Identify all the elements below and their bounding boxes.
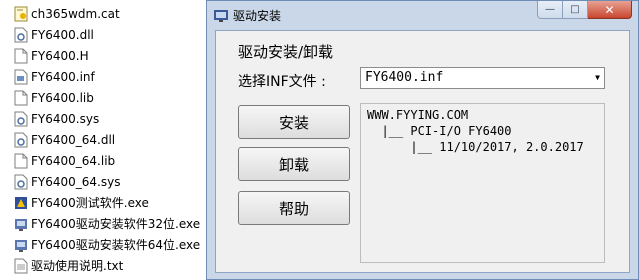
file-item[interactable]: 驱动使用说明.txt xyxy=(14,255,123,276)
file-item[interactable]: FY6400测试软件.exe xyxy=(14,192,149,213)
window-title: 驱动安装 xyxy=(233,9,282,23)
file-name: FY6400_64.sys xyxy=(31,174,121,189)
file-item[interactable]: FY6400驱动安装软件64位.exe xyxy=(14,234,200,255)
certificate-file-icon xyxy=(14,6,28,22)
inf-file-value: FY6400.inf xyxy=(365,70,444,85)
info-line-device: |__ PCI-I/O FY6400 xyxy=(367,124,512,138)
file-item[interactable]: FY6400.inf xyxy=(14,66,95,87)
file-name: FY6400.dll xyxy=(31,27,94,42)
file-item[interactable]: FY6400.H xyxy=(14,45,89,66)
file-name: FY6400_64.lib xyxy=(31,153,116,168)
file-item[interactable]: FY6400.lib xyxy=(14,87,94,108)
driver-install-dialog: 驱动安装 — □ ✕ 驱动安装/卸载 选择INF文件 : FY6400.inf … xyxy=(206,0,639,280)
file-name: FY6400测试软件.exe xyxy=(31,196,149,210)
dialog-client-area: 驱动安装/卸载 选择INF文件 : FY6400.inf ▼ 安装 卸载 帮助 … xyxy=(215,30,630,273)
uninstall-button[interactable]: 卸载 xyxy=(238,147,350,181)
exe-app-icon xyxy=(14,195,28,211)
exe-setup-icon xyxy=(14,216,28,232)
minimize-button[interactable]: — xyxy=(537,1,563,19)
driver-info-panel: WWW.FYYING.COM |__ PCI-I/O FY6400 |__ 11… xyxy=(360,103,605,263)
blank-file-icon xyxy=(14,90,28,106)
sys-file-icon xyxy=(14,174,28,190)
file-list: ch365wdm.cat FY6400.dll FY6400.H FY6400.… xyxy=(0,0,204,280)
title-bar[interactable]: 驱动安装 — □ ✕ xyxy=(207,1,638,29)
close-icon: ✕ xyxy=(604,2,615,17)
info-line-website: WWW.FYYING.COM xyxy=(367,108,469,122)
close-button[interactable]: ✕ xyxy=(588,1,632,19)
minimize-icon: — xyxy=(545,4,555,15)
file-item[interactable]: FY6400_64.sys xyxy=(14,171,120,192)
maximize-icon: □ xyxy=(570,4,580,15)
dll-file-icon xyxy=(14,132,28,148)
file-item[interactable]: FY6400驱动安装软件32位.exe xyxy=(14,213,200,234)
uninstall-button-label: 卸载 xyxy=(278,155,309,174)
file-name: FY6400.lib xyxy=(31,90,94,105)
file-item[interactable]: FY6400.sys xyxy=(14,108,99,129)
file-name: FY6400.sys xyxy=(31,111,100,126)
sys-file-icon xyxy=(14,111,28,127)
dll-file-icon xyxy=(14,27,28,43)
exe-setup-icon xyxy=(14,237,28,253)
blank-file-icon xyxy=(14,48,28,64)
file-name: FY6400驱动安装软件64位.exe xyxy=(31,238,201,252)
help-button-label: 帮助 xyxy=(278,199,309,218)
file-item[interactable]: FY6400.dll xyxy=(14,24,94,45)
info-line-version: |__ 11/10/2017, 2.0.2017 xyxy=(367,140,584,154)
file-name: ch365wdm.cat xyxy=(31,6,120,21)
inf-file-select[interactable]: FY6400.inf ▼ xyxy=(360,67,605,89)
help-button[interactable]: 帮助 xyxy=(238,191,350,225)
file-name: FY6400驱动安装软件32位.exe xyxy=(31,217,201,231)
caption-buttons: — □ ✕ xyxy=(537,1,632,19)
file-name: FY6400.H xyxy=(31,48,89,63)
app-icon xyxy=(213,7,229,27)
file-name: FY6400.inf xyxy=(31,69,95,84)
section-title: 驱动安装/卸载 xyxy=(238,43,334,61)
dropdown-arrow-icon[interactable]: ▼ xyxy=(595,68,600,88)
file-item[interactable]: FY6400_64.dll xyxy=(14,129,115,150)
install-button[interactable]: 安装 xyxy=(238,105,350,139)
inf-file-label: 选择INF文件 : xyxy=(238,74,326,90)
file-item[interactable]: ch365wdm.cat xyxy=(14,3,120,24)
blank-file-icon xyxy=(14,153,28,169)
file-name: 驱动使用说明.txt xyxy=(31,259,124,273)
file-name: FY6400_64.dll xyxy=(31,132,116,147)
inf-file-icon xyxy=(14,69,28,85)
maximize-button[interactable]: □ xyxy=(563,1,588,19)
text-file-icon xyxy=(14,258,28,274)
file-item[interactable]: FY6400_64.lib xyxy=(14,150,115,171)
install-button-label: 安装 xyxy=(278,113,309,132)
